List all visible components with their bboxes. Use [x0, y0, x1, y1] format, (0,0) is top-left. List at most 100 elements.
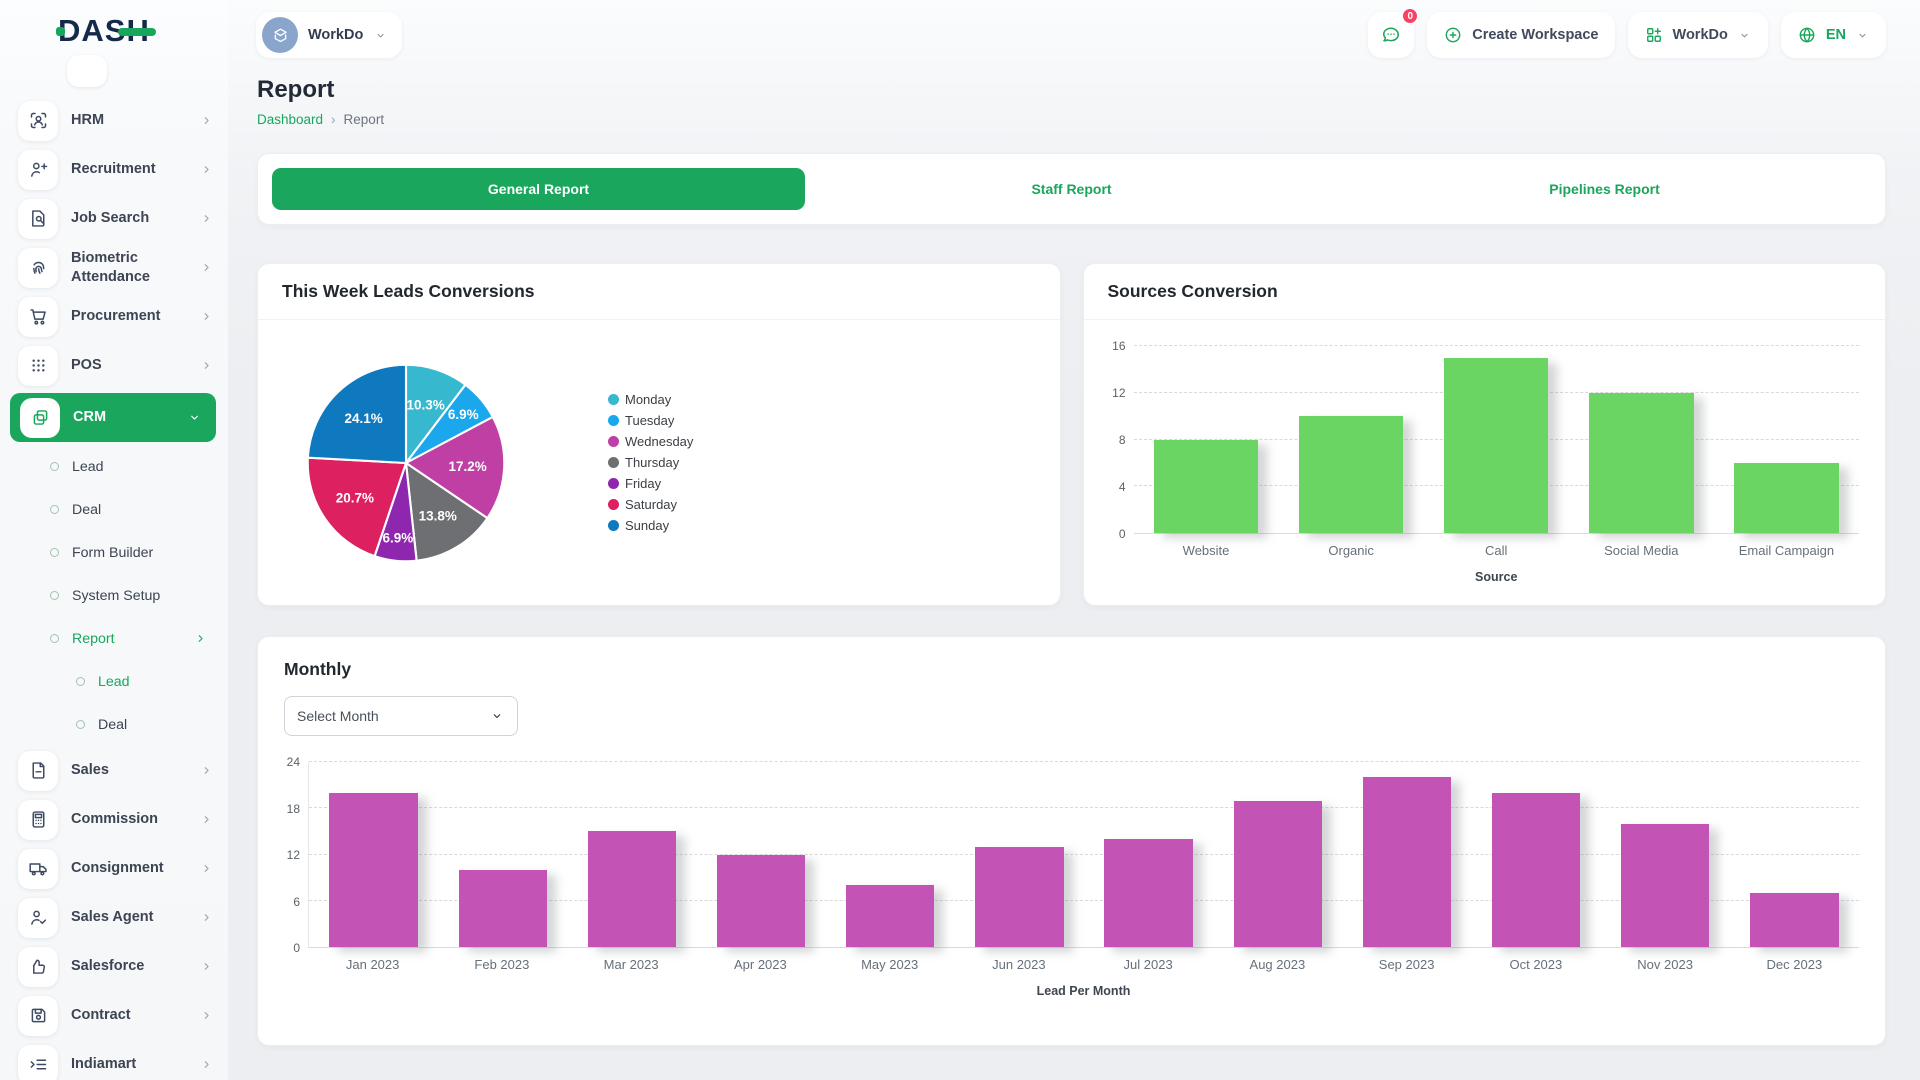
sidebar-subitem-form-builder[interactable]: Form Builder [0, 531, 228, 574]
y-tick-label: 0 [1119, 527, 1126, 541]
gridline [309, 761, 1859, 762]
x-tick-label: Aug 2023 [1213, 957, 1342, 972]
language-label: EN [1826, 27, 1846, 43]
x-tick-label: Sep 2023 [1342, 957, 1471, 972]
legend-dot-icon [608, 478, 619, 489]
sidebar-item-sales-agent[interactable]: Sales Agent [0, 893, 228, 942]
plot-area [308, 762, 1859, 948]
select-month-value: Select Month [297, 708, 489, 724]
legend-dot-icon [608, 394, 619, 405]
procurement-icon [18, 297, 58, 337]
sidebar-item-commission[interactable]: Commission [0, 795, 228, 844]
chevron-right-icon [199, 309, 214, 324]
sidebar-subitem-deal[interactable]: Deal [0, 703, 228, 746]
y-tick-label: 16 [1112, 339, 1125, 353]
bar-nov-2023 [1621, 824, 1709, 947]
tab-general-report[interactable]: General Report [272, 168, 805, 210]
bar-website [1154, 440, 1258, 534]
sidebar-subitem-lead[interactable]: Lead [0, 445, 228, 488]
workspace-name: WorkDo [308, 27, 363, 43]
sidebar-item-recruitment[interactable]: Recruitment [0, 145, 228, 194]
legend-item-monday[interactable]: Monday [608, 392, 693, 407]
sidebar-item-hrm[interactable]: HRM [0, 96, 228, 145]
report-tabs: General ReportStaff ReportPipelines Repo… [257, 153, 1886, 225]
chat-icon [1380, 24, 1402, 46]
sidebar-subitem-system-setup[interactable]: System Setup [0, 574, 228, 617]
tab-pipelines-report[interactable]: Pipelines Report [1338, 168, 1871, 210]
gridline [1134, 345, 1860, 346]
sidebar-item-sales[interactable]: Sales [0, 746, 228, 795]
sources-conversion-card: Sources Conversion 0481216WebsiteOrganic… [1083, 263, 1887, 606]
x-axis-labels: Jan 2023Feb 2023Mar 2023Apr 2023May 2023… [308, 957, 1859, 972]
plot-area [1134, 346, 1860, 534]
breadcrumb: Dashboard › Report [257, 112, 1886, 127]
recruitment-icon [18, 150, 58, 190]
biometric-attendance-icon [18, 248, 58, 288]
charts-row: This Week Leads Conversions 10.3%6.9%17.… [257, 263, 1886, 606]
sidebar-item-contract[interactable]: Contract [0, 991, 228, 1040]
dash-logo[interactable]: DASH [58, 13, 150, 49]
sidebar-item-crm[interactable]: CRM [10, 393, 216, 442]
sidebar-item-procurement[interactable]: Procurement [0, 292, 228, 341]
y-tick-label: 0 [293, 941, 300, 955]
x-tick-label: Jun 2023 [954, 957, 1083, 972]
sources-conversion-title: Sources Conversion [1084, 264, 1886, 320]
sidebar-subitem-lead[interactable]: Lead [0, 660, 228, 703]
pie-legend: Monday Tuesday Wednesday Thursday Friday Satu… [608, 392, 693, 533]
bar-jan-2023 [329, 793, 417, 947]
sidebar-item-pos[interactable]: POS [0, 341, 228, 390]
create-workspace-label: Create Workspace [1472, 27, 1598, 43]
chevron-right-icon [199, 113, 214, 128]
workspace-menu-button[interactable]: WorkDo [1628, 12, 1768, 58]
legend-item-sunday[interactable]: Sunday [608, 518, 693, 533]
leads-conversions-title: This Week Leads Conversions [258, 264, 1060, 320]
workspace-switcher[interactable]: WorkDo [256, 12, 402, 58]
legend-item-tuesday[interactable]: Tuesday [608, 413, 693, 428]
breadcrumb-dashboard-link[interactable]: Dashboard [257, 112, 323, 127]
bar-jun-2023 [975, 847, 1063, 947]
pie-percent-label: 6.9% [383, 530, 414, 545]
globe-icon [1797, 25, 1817, 45]
sidebar-item-consignment[interactable]: Consignment [0, 844, 228, 893]
legend-item-saturday[interactable]: Saturday [608, 497, 693, 512]
bar-mar-2023 [588, 831, 676, 947]
leads-conversions-body: 10.3%6.9%17.2%13.8%6.9%20.7%24.1% Monday… [258, 320, 1060, 605]
sales-agent-icon [18, 898, 58, 938]
hrm-icon [18, 101, 58, 141]
sidebar-item-job-search[interactable]: Job Search [0, 194, 228, 243]
sidebar-item-salesforce[interactable]: Salesforce [0, 942, 228, 991]
logo-row: DASH [0, 0, 228, 62]
leads-pie-chart: 10.3%6.9%17.2%13.8%6.9%20.7%24.1% [300, 357, 512, 569]
grid-plus-icon [1644, 25, 1664, 45]
messages-button[interactable]: 0 [1368, 12, 1414, 58]
sidebar-item-biometric-attendance[interactable]: Biometric Attendance [0, 243, 228, 292]
tab-staff-report[interactable]: Staff Report [805, 168, 1338, 210]
pie-percent-label: 24.1% [344, 411, 382, 426]
legend-item-thursday[interactable]: Thursday [608, 455, 693, 470]
chevron-right-icon [199, 910, 214, 925]
legend-item-friday[interactable]: Friday [608, 476, 693, 491]
pie-percent-label: 17.2% [448, 459, 486, 474]
legend-item-wednesday[interactable]: Wednesday [608, 434, 693, 449]
sidebar-subitem-report[interactable]: Report [0, 617, 228, 660]
x-tick-label: Nov 2023 [1601, 957, 1730, 972]
y-tick-label: 18 [287, 802, 300, 816]
sidebar-subitem-deal[interactable]: Deal [0, 488, 228, 531]
legend-dot-icon [608, 457, 619, 468]
select-month-dropdown[interactable]: Select Month [284, 696, 518, 736]
page-title: Report [257, 76, 1886, 104]
x-tick-label: Email Campaign [1714, 543, 1859, 558]
plus-circle-icon [1443, 25, 1463, 45]
pie-percent-label: 20.7% [336, 490, 374, 505]
x-tick-label: Call [1424, 543, 1569, 558]
bar-call [1444, 358, 1548, 533]
sidebar-item-indiamart[interactable]: Indiamart [0, 1040, 228, 1080]
create-workspace-button[interactable]: Create Workspace [1427, 12, 1614, 58]
chevron-right-icon [199, 162, 214, 177]
bar-social-media [1589, 393, 1693, 533]
chevron-right-icon [199, 211, 214, 226]
contract-icon [18, 996, 58, 1036]
x-tick-label: Mar 2023 [567, 957, 696, 972]
language-selector[interactable]: EN [1781, 12, 1886, 58]
legend-dot-icon [608, 436, 619, 447]
